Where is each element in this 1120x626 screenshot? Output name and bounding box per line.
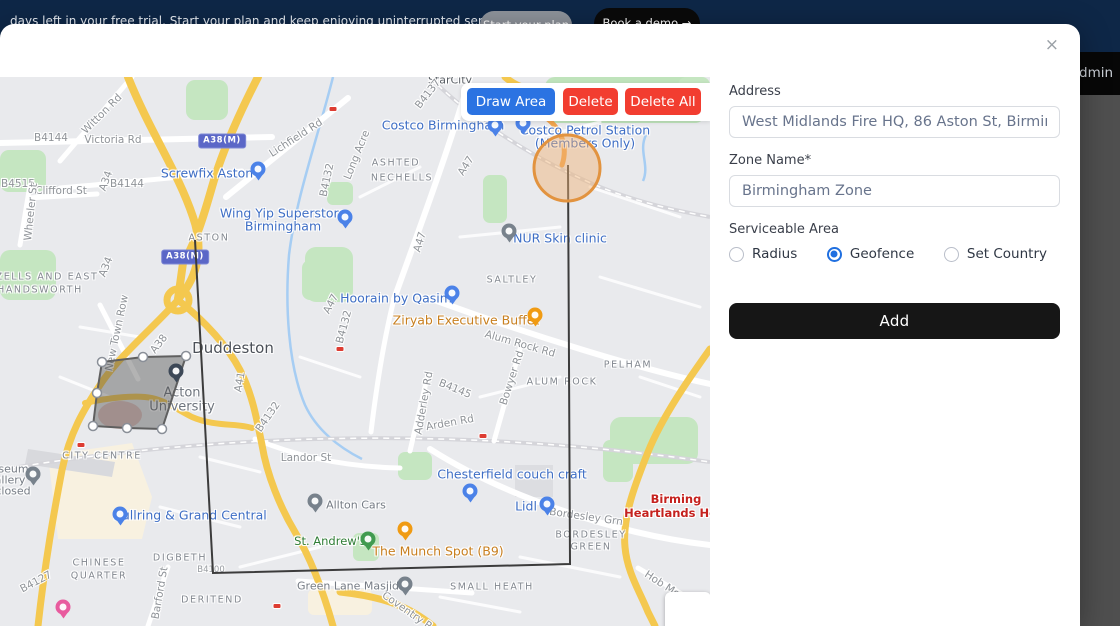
munch-spot-pin (398, 522, 413, 537)
screwfix-aston-pin (251, 162, 266, 177)
rail-station-icon (77, 442, 86, 448)
allton-cars-pin (308, 494, 323, 509)
serviceable-area-options: Radius Geofence Set Country (729, 246, 1047, 262)
set-country-option-label: Set Country (967, 246, 1047, 262)
green-lane-masjid-pin (398, 577, 413, 592)
map-toolbar: Draw Area Delete Delete All (461, 83, 710, 121)
rail-station-icon (336, 346, 345, 352)
geofence-radio-icon[interactable] (827, 247, 842, 262)
rail-station-icon (273, 603, 282, 609)
radius-option-label: Radius (752, 246, 797, 262)
zone-name-input[interactable] (729, 175, 1060, 207)
serviceable-area-label: Serviceable Area (729, 222, 1060, 237)
set-country-radio-icon[interactable] (944, 247, 959, 262)
rail-station-icon (329, 106, 338, 112)
rail-station-icon (479, 433, 488, 439)
ziryab-buffet-pin (528, 308, 543, 323)
bullring-grand-central-pin (113, 507, 128, 522)
museum-pin (26, 467, 41, 482)
zone-name-label: Zone Name* (729, 153, 1060, 168)
chesterfield-couch-craft-pin (463, 484, 478, 499)
map-canvas[interactable]: ASTONASHTEDNECHELLSSALTLEYPELHAMALUM ROC… (0, 77, 710, 626)
wing-yip-pin (338, 210, 353, 225)
hotel-pin (56, 600, 71, 615)
address-input[interactable] (729, 106, 1060, 138)
close-icon[interactable]: × (1045, 37, 1059, 54)
map-zoom-control[interactable] (665, 592, 710, 626)
radius-radio-icon[interactable] (729, 247, 744, 262)
hoorain-by-qasim-pin (445, 286, 460, 301)
delete-all-button[interactable]: Delete All (625, 88, 701, 115)
radius-option[interactable]: Radius (729, 246, 797, 262)
set-country-option[interactable]: Set Country (944, 246, 1047, 262)
lidl-pin (540, 497, 555, 512)
delete-button[interactable]: Delete (563, 88, 618, 115)
zone-form: Address Zone Name* Serviceable Area Radi… (729, 84, 1060, 339)
page-background: days left in your free trial. Start your… (0, 0, 1120, 626)
geofence-option-label: Geofence (850, 246, 914, 262)
map-pins-layer (0, 77, 710, 626)
add-button[interactable]: Add (729, 303, 1060, 339)
acton-university-pin (169, 364, 184, 379)
draw-area-button[interactable]: Draw Area (467, 88, 555, 115)
geofence-option[interactable]: Geofence (827, 246, 914, 262)
address-label: Address (729, 84, 1060, 99)
st-andrews-pin (361, 532, 376, 547)
zone-modal: × (0, 24, 1080, 626)
nur-skin-clinic-pin (502, 224, 517, 239)
